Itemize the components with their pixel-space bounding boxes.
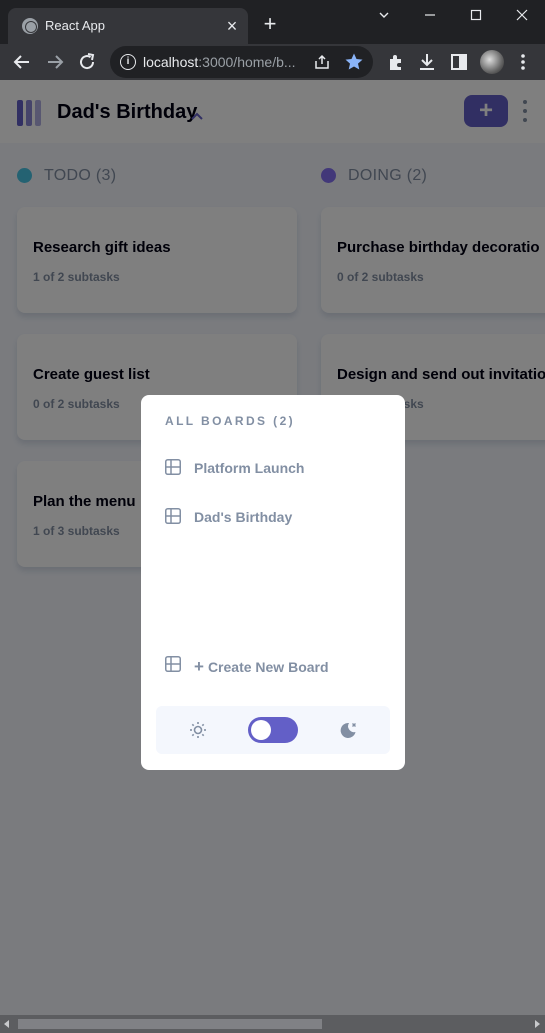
bookmark-star-icon[interactable] <box>344 52 364 77</box>
horizontal-scrollbar[interactable] <box>0 1015 545 1033</box>
new-tab-button[interactable]: + <box>258 12 282 36</box>
board-icon <box>165 459 181 480</box>
tab-title: React App <box>45 18 105 33</box>
profile-avatar[interactable] <box>480 50 504 74</box>
back-icon[interactable] <box>10 50 34 74</box>
address-bar[interactable]: i localhost:3000/home/b... <box>110 46 373 78</box>
theme-toggle[interactable] <box>248 717 298 743</box>
board-icon <box>165 508 181 529</box>
scrollbar-thumb[interactable] <box>18 1019 322 1029</box>
plus-icon: + <box>194 657 204 676</box>
globe-icon <box>22 18 38 34</box>
browser-toolbar: i localhost:3000/home/b... <box>0 44 545 80</box>
close-window-button[interactable] <box>500 4 544 28</box>
board-link-label: Dad's Birthday <box>194 509 293 525</box>
browser-tabstrip: React App × + <box>0 0 545 44</box>
all-boards-dialog: ALL BOARDS (2) Platform Launch Dad's Bir… <box>141 395 405 770</box>
share-icon[interactable] <box>313 53 331 76</box>
browser-menu-icon[interactable] <box>511 50 535 74</box>
maximize-button[interactable] <box>454 4 498 28</box>
close-tab-icon[interactable]: × <box>222 16 242 36</box>
side-panel-icon[interactable] <box>447 50 471 74</box>
create-new-board-button[interactable]: + Create New Board <box>165 653 365 677</box>
tab-search-button[interactable] <box>362 4 406 28</box>
board-icon <box>165 656 181 677</box>
kanban-app: Dad's Birthday + TODO (3) Research gift … <box>0 80 545 1033</box>
toggle-knob <box>251 720 271 740</box>
theme-switcher <box>156 706 390 754</box>
forward-icon[interactable] <box>43 50 67 74</box>
scroll-right-icon[interactable] <box>535 1020 540 1028</box>
sun-icon <box>189 721 207 744</box>
board-link-label: Platform Launch <box>194 460 305 476</box>
board-link-platform-launch[interactable]: Platform Launch <box>165 456 385 480</box>
create-new-board-label: + Create New Board <box>194 657 329 676</box>
reload-icon[interactable] <box>75 50 99 74</box>
moon-icon <box>338 720 358 745</box>
scroll-left-icon[interactable] <box>4 1020 9 1028</box>
download-icon[interactable] <box>415 50 439 74</box>
all-boards-heading: ALL BOARDS (2) <box>165 414 296 428</box>
url-text: localhost:3000/home/b... <box>143 54 296 70</box>
browser-tab[interactable]: React App × <box>8 8 248 44</box>
site-info-icon[interactable]: i <box>120 54 136 70</box>
extensions-icon[interactable] <box>384 50 408 74</box>
board-link-dads-birthday[interactable]: Dad's Birthday <box>165 505 385 529</box>
minimize-button[interactable] <box>408 4 452 28</box>
